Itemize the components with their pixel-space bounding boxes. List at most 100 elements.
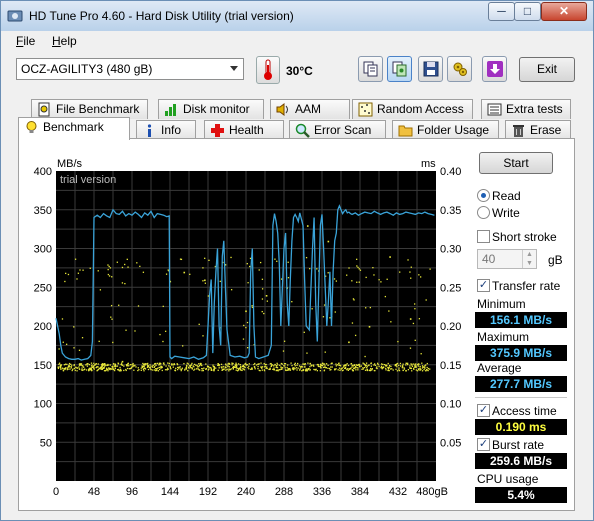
access-time-point	[331, 366, 333, 368]
access-time-point	[202, 335, 204, 337]
tab-disk-monitor[interactable]: Disk monitor	[158, 99, 264, 119]
access-time-point	[210, 368, 212, 370]
copy-info-button[interactable]	[358, 56, 383, 82]
menu-help[interactable]: Help	[52, 34, 77, 48]
access-time-point	[261, 278, 264, 280]
tab-info[interactable]: Info	[136, 120, 196, 140]
download-button[interactable]	[482, 56, 507, 82]
access-time-point	[163, 364, 165, 366]
transfer-rate-checkbox[interactable]: ✓	[477, 279, 490, 292]
access-time-point	[347, 369, 350, 371]
title-bar[interactable]: HD Tune Pro 4.60 - Hard Disk Utility (tr…	[1, 1, 593, 31]
access-time-point	[351, 322, 354, 324]
access-time-point	[142, 365, 144, 368]
spin-up-icon[interactable]: ▲	[522, 250, 536, 259]
access-time-point	[325, 363, 328, 365]
access-time-point	[93, 367, 95, 369]
drive-select-value: OCZ-AGILITY3 (480 gB)	[21, 62, 153, 76]
short-stroke-spinner[interactable]: 40 ▲ ▼	[477, 249, 537, 269]
random-access-icon	[358, 102, 373, 117]
access-time-point	[194, 368, 196, 370]
read-radio[interactable]	[477, 189, 490, 202]
access-time-point	[112, 366, 114, 368]
tab-aam[interactable]: AAM	[270, 99, 350, 119]
tab-file-benchmark[interactable]: File Benchmark	[31, 99, 148, 119]
access-time-point	[108, 367, 110, 369]
access-time-point	[402, 369, 404, 372]
access-time-point	[313, 365, 315, 367]
access-time-point	[127, 266, 129, 268]
close-button[interactable]: ✕	[541, 2, 587, 21]
access-time-point	[351, 280, 353, 282]
access-time-point	[270, 365, 272, 368]
access-time-point	[358, 363, 360, 366]
access-time-point	[327, 364, 329, 367]
access-time-point	[134, 364, 136, 366]
tab-random-access[interactable]: Random Access	[352, 99, 473, 119]
access-time-point	[61, 367, 64, 369]
access-time-point	[338, 367, 341, 369]
burst-rate-checkbox[interactable]: ✓	[477, 438, 490, 451]
access-time-point	[287, 277, 290, 279]
access-time-point	[302, 363, 304, 365]
save-button[interactable]	[418, 56, 443, 82]
drive-select[interactable]: OCZ-AGILITY3 (480 gB)	[16, 58, 244, 80]
tab-extra-tests[interactable]: Extra tests	[481, 99, 571, 119]
access-time-point	[309, 362, 312, 365]
access-time-checkbox[interactable]: ✓	[477, 404, 490, 417]
access-time-point	[235, 366, 238, 368]
x-tick-label: 384	[351, 486, 369, 498]
spin-down-icon[interactable]: ▼	[522, 259, 536, 268]
maximize-button[interactable]: □	[514, 2, 541, 21]
access-time-point	[186, 362, 188, 364]
access-time-point	[193, 366, 195, 368]
access-time-point	[425, 299, 427, 301]
tab-benchmark[interactable]: Benchmark	[18, 117, 130, 140]
access-time-point	[76, 367, 78, 369]
access-time-point	[303, 331, 305, 333]
access-time-point	[210, 367, 212, 369]
minimum-label: Minimum	[477, 297, 526, 311]
access-time-point	[407, 259, 409, 261]
transfer-rate-label: Transfer rate	[492, 279, 561, 293]
options-button[interactable]	[447, 56, 472, 82]
tab-error-scan[interactable]: Error Scan	[289, 120, 386, 140]
y-left-tick-label: 300	[34, 244, 52, 256]
access-time-point	[153, 369, 156, 371]
access-time-point	[282, 350, 285, 352]
minimize-button[interactable]: ─	[488, 2, 515, 21]
tab-folder-usage[interactable]: Folder Usage	[392, 120, 499, 140]
tab-health[interactable]: Health	[204, 120, 284, 140]
access-time-point	[129, 364, 132, 366]
exit-button[interactable]: Exit	[519, 57, 575, 82]
access-time-point	[172, 366, 174, 368]
access-time-point	[330, 366, 332, 368]
tab-aam-label: AAM	[295, 102, 322, 116]
access-time-point	[407, 362, 409, 364]
menu-file[interactable]: File	[16, 34, 35, 48]
copy-screenshot-button[interactable]	[387, 56, 412, 82]
access-time-point	[348, 341, 350, 344]
access-time-point	[78, 349, 81, 351]
access-time-point	[313, 368, 315, 371]
access-time-point	[418, 368, 420, 371]
access-time-point	[356, 258, 358, 260]
start-button[interactable]: Start	[479, 152, 553, 174]
access-time-point	[427, 367, 430, 370]
access-time-point	[165, 365, 167, 367]
access-time-point	[203, 367, 205, 369]
access-time-point	[210, 369, 212, 371]
access-time-point	[304, 364, 306, 366]
access-time-point	[257, 368, 259, 370]
write-radio[interactable]	[477, 206, 490, 219]
access-time-point	[156, 368, 158, 370]
tab-erase[interactable]: Erase	[505, 120, 571, 140]
short-stroke-checkbox[interactable]	[477, 230, 490, 243]
burst-rate-value: 259.6 MB/s	[475, 453, 567, 469]
access-time-point	[101, 368, 104, 370]
access-time-point	[74, 369, 76, 371]
tab-error-scan-label: Error Scan	[314, 123, 372, 137]
access-time-point	[70, 366, 72, 368]
access-time-point	[142, 271, 145, 273]
tab-extra-tests-label: Extra tests	[506, 102, 563, 116]
